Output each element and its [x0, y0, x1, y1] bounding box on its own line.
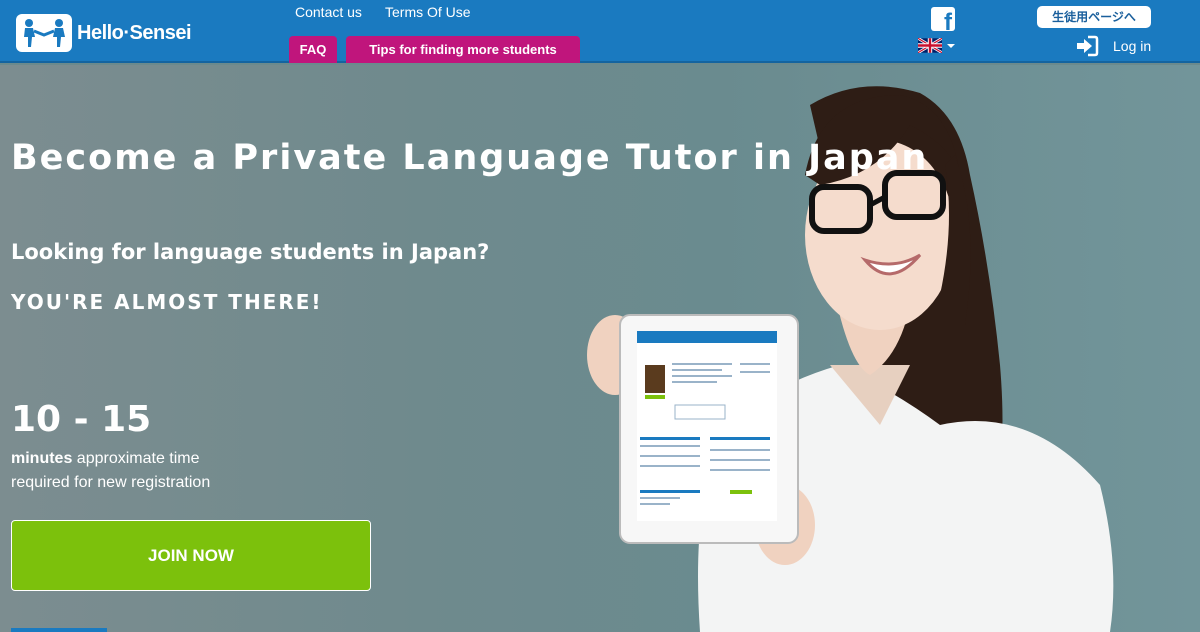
time-desc-1: approximate time	[76, 450, 200, 467]
registration-time-text: minutes approximate time required for ne…	[11, 447, 210, 495]
logo-text: Hello·Sensei	[77, 21, 192, 44]
page-title: Become a Private Language Tutor in Japan	[11, 138, 929, 178]
login-button[interactable]: Log in	[1075, 35, 1151, 57]
hero-cta-heading: YOU'RE ALMOST THERE!	[11, 290, 323, 314]
logo[interactable]: Hello·Sensei	[16, 14, 192, 52]
uk-flag-icon	[918, 38, 942, 53]
time-desc-2: required for new registration	[11, 474, 211, 491]
facebook-icon[interactable]: f	[931, 7, 955, 31]
chevron-down-icon	[947, 43, 955, 48]
hero-section: Become a Private Language Tutor in Japan…	[0, 65, 1200, 632]
logo-icon	[16, 14, 72, 52]
registration-time-range: 10 - 15	[11, 399, 152, 440]
login-label: Log in	[1113, 38, 1152, 54]
tab-tips[interactable]: Tips for finding more students	[346, 36, 580, 63]
hero-subtitle: Looking for language students in Japan?	[11, 240, 490, 264]
site-header: Hello·Sensei Contact us Terms Of Use FAQ…	[0, 0, 1200, 63]
tab-faq[interactable]: FAQ	[289, 36, 337, 63]
contact-link[interactable]: Contact us	[295, 4, 362, 20]
next-section-edge	[11, 628, 107, 632]
time-unit: minutes	[11, 450, 73, 467]
join-now-button[interactable]: JOIN NOW	[11, 520, 371, 591]
language-selector[interactable]	[918, 38, 955, 53]
terms-link[interactable]: Terms Of Use	[385, 4, 471, 20]
student-page-button[interactable]: 生徒用ページへ	[1037, 6, 1151, 28]
sign-in-icon	[1077, 35, 1099, 57]
